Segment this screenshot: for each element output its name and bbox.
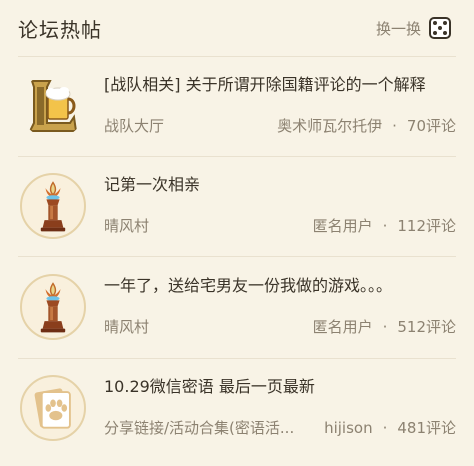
post-author[interactable]: 奥术师瓦尔托伊 <box>277 117 382 135</box>
post-meta: 奥术师瓦尔托伊 · 70评论 <box>277 115 456 136</box>
torch-trophy-icon <box>20 173 86 239</box>
post-title: 记第一次相亲 <box>104 175 201 194</box>
post-item[interactable]: 一年了，送给宅男友一份我做的游戏。。。 晴风村 匿名用户 · 512评论 <box>0 258 474 358</box>
panel-title: 论坛热帖 <box>18 18 102 42</box>
post-item[interactable]: [战队相关] 关于所谓开除国籍评论的一个解释 战队大厅 奥术师瓦尔托伊 · 70评论 <box>0 57 474 157</box>
lol-logo-icon <box>20 73 86 139</box>
post-meta: 匿名用户 · 512评论 <box>313 316 456 337</box>
torch-trophy-icon <box>20 274 86 340</box>
post-item[interactable]: 记第一次相亲 晴风村 匿名用户 · 112评论 <box>0 157 474 257</box>
post-title: [战队相关] 关于所谓开除国籍评论的一个解释 <box>104 75 426 94</box>
post-title: 一年了，送给宅男友一份我做的游戏。。。 <box>104 276 393 295</box>
post-item[interactable]: 10.29微信密语 最后一页最新 分享链接/活动合集(密语活... hijiso… <box>0 359 474 459</box>
post-forum[interactable]: 战队大厅 <box>104 115 164 136</box>
refresh-label: 换一换 <box>376 19 422 38</box>
post-comment-count: 481评论 <box>397 419 456 437</box>
refresh-button[interactable]: 换一换 <box>376 16 452 40</box>
post-author[interactable]: 匿名用户 <box>313 318 373 336</box>
divider <box>18 256 456 257</box>
post-meta: 匿名用户 · 112评论 <box>313 215 456 236</box>
post-meta: hijison · 481评论 <box>324 417 456 438</box>
post-author[interactable]: hijison <box>324 419 373 437</box>
post-title: 10.29微信密语 最后一页最新 <box>104 377 315 396</box>
dice-icon <box>429 17 452 39</box>
meta-separator: · <box>382 217 388 235</box>
post-comment-count: 112评论 <box>397 217 456 235</box>
post-author[interactable]: 匿名用户 <box>313 217 373 235</box>
post-forum[interactable]: 分享链接/活动合集(密语活... <box>104 417 294 438</box>
meta-separator: · <box>392 117 397 135</box>
post-comment-count: 512评论 <box>397 318 456 336</box>
post-forum[interactable]: 晴风村 <box>104 316 149 337</box>
hot-posts-panel: 论坛热帖 换一换 [战队相关] 关于所谓开除国籍评论的一个解释 战队大厅 奥术师… <box>0 0 474 466</box>
panel-header: 论坛热帖 换一换 <box>0 0 474 56</box>
meta-separator: · <box>382 419 388 437</box>
post-comment-count: 70评论 <box>406 117 456 135</box>
meta-separator: · <box>382 318 388 336</box>
card-paw-icon <box>20 375 86 441</box>
post-forum[interactable]: 晴风村 <box>104 215 149 236</box>
